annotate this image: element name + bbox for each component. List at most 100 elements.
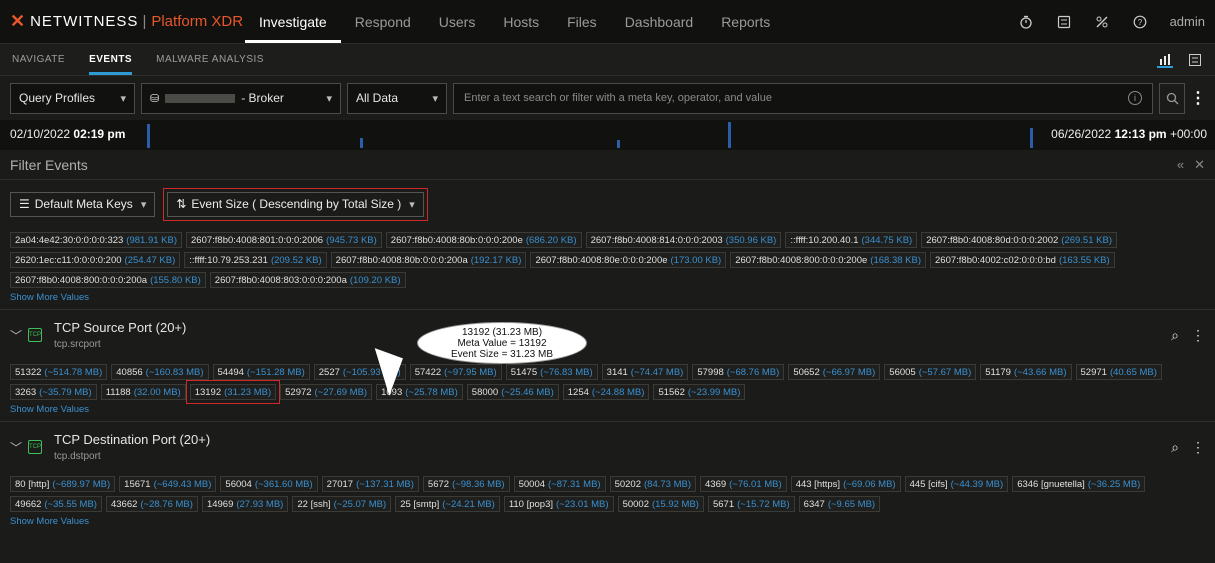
meta-value-chip[interactable]: 56004 (~361.60 MB) <box>220 476 318 492</box>
nav-reports[interactable]: Reports <box>707 0 784 43</box>
details-panel-icon[interactable] <box>1187 52 1203 68</box>
meta-value-chip[interactable]: 51562 (~23.99 MB) <box>653 384 746 400</box>
meta-value-chip[interactable]: 3141 (~74.47 MB) <box>601 364 689 380</box>
tcp-src-value-list: 51322 (~514.78 MB) 40856 (~160.83 MB) 54494(… <box>10 364 1205 404</box>
meta-value-chip[interactable]: 2607:f8b0:4008:80b:0:0:0:200e (686.20 KB) <box>385 232 582 248</box>
close-icon[interactable]: ✕ <box>1194 157 1205 173</box>
meta-value-chip[interactable]: 52971 (40.65 MB) <box>1075 364 1162 380</box>
event-timeline[interactable]: 02/10/2022 02:19 pm 06/26/2022 12:13 pm … <box>0 120 1215 150</box>
meta-value-chip[interactable]: 51179 (~43.66 MB) <box>980 364 1072 380</box>
meta-value-chip[interactable]: 54494 (~151.28 MB) <box>212 364 310 380</box>
more-menu-icon[interactable]: ⋮ <box>1191 439 1205 456</box>
info-icon[interactable]: i <box>1128 91 1142 105</box>
meta-value-chip[interactable]: 2607:f8b0:4008:814:0:0:0:2003 (350.96 KB) <box>585 232 782 248</box>
meta-value-chip[interactable]: 50202 (84.73 MB) <box>609 476 696 492</box>
query-input[interactable]: Enter a text search or filter with a met… <box>453 82 1153 114</box>
search-icon[interactable]: ⌕ <box>1171 327 1179 344</box>
meta-value-chip[interactable]: 1254 (~24.88 MB) <box>562 384 650 400</box>
tab-malware-analysis[interactable]: MALWARE ANALYSIS <box>144 44 276 75</box>
nav-respond[interactable]: Respond <box>341 0 425 43</box>
show-more-link[interactable]: Show More Values <box>10 516 1205 527</box>
show-more-link[interactable]: Show More Values <box>10 404 1205 415</box>
meta-value-chip[interactable]: 57422 (~97.95 MB) <box>409 364 502 380</box>
time-range-dropdown[interactable]: All Data ▾ <box>347 82 447 114</box>
chevron-down-icon: ▾ <box>120 92 126 105</box>
timer-icon[interactable] <box>1018 14 1034 30</box>
database-icon: ⛁ <box>150 92 160 105</box>
chevron-down-icon[interactable]: ﹀ <box>10 439 28 456</box>
meta-value-chip[interactable]: 43662 (~28.76 MB) <box>105 496 198 512</box>
meta-value-chip[interactable]: 445 [cifs] (~44.39 MB) <box>904 476 1009 492</box>
meta-value-chip[interactable]: 2607:f8b0:4008:803:0:0:0:200a (109.20 KB) <box>209 272 406 288</box>
tab-navigate[interactable]: NAVIGATE <box>0 44 77 75</box>
chevron-down-icon: ▾ <box>432 92 438 105</box>
chevron-down-icon[interactable]: ﹀ <box>10 327 28 344</box>
meta-value-chip[interactable]: 13192 (31.23 MB) <box>185 380 281 404</box>
meta-value-chip[interactable]: 56005 (~57.67 MB) <box>884 364 977 380</box>
timeline-end: 06/26/2022 12:13 pm +00:00 <box>1051 127 1207 141</box>
query-profiles-dropdown[interactable]: Query Profiles ▾ <box>10 82 135 114</box>
sort-dropdown[interactable]: ⇅ Event Size ( Descending by Total Size … <box>167 191 424 217</box>
meta-value-chip[interactable]: 14969 (27.93 MB) <box>201 496 289 512</box>
meta-value-chip[interactable]: 27017 (~137.31 MB) <box>321 476 419 492</box>
meta-value-chip[interactable]: 3263 (~35.79 MB) <box>10 384 97 400</box>
search-icon[interactable]: ⌕ <box>1171 439 1179 456</box>
meta-value-chip[interactable]: 2607:f8b0:4008:80d:0:0:0:2002 (269.51 KB) <box>921 232 1117 248</box>
query-more-menu[interactable]: ⋮ <box>1190 88 1206 108</box>
meta-value-chip[interactable]: 6346 [gnuetella] (~36.25 MB) <box>1012 476 1146 492</box>
meta-value-chip[interactable]: 2607:f8b0:4008:800:0:0:0:200e (168.38 KB) <box>730 252 926 268</box>
meta-value-chip[interactable]: 443 [https] (~69.06 MB) <box>790 476 901 492</box>
meta-value-chip[interactable]: 22 [ssh] (~25.07 MB) <box>292 496 392 512</box>
meta-value-chip[interactable]: 25 [smtp] (~24.21 MB) <box>395 496 500 512</box>
top-bar: ✕ NETWITNESS | Platform XDR Investigate … <box>0 0 1215 44</box>
tcp-icon: TCP <box>28 328 42 342</box>
meta-value-chip[interactable]: 57998 (~68.76 MB) <box>692 364 785 380</box>
user-menu[interactable]: admin <box>1170 14 1205 29</box>
meta-value-chip[interactable]: 51322 (~514.78 MB) <box>10 364 108 380</box>
meta-value-chip[interactable]: 2607:f8b0:4008:800:0:0:0:200a (155.80 KB) <box>10 272 206 288</box>
collapse-icon[interactable]: « <box>1177 157 1184 173</box>
meta-value-chip[interactable]: 51475 (~76.83 MB) <box>505 364 598 380</box>
ipv6-value-list: 2a04:4e42:30:0:0:0:0:323 (981.91 KB) 2607:… <box>10 232 1205 288</box>
service-dropdown[interactable]: ⛁ - Broker ▾ <box>141 82 341 114</box>
chart-toggle-icon[interactable] <box>1157 52 1173 68</box>
help-icon[interactable]: ? <box>1132 14 1148 30</box>
tcp-source-port-section: ﹀ TCP TCP Source Port (20+) tcp.srcport … <box>0 309 1215 415</box>
meta-value-chip[interactable]: 52972 (~27.69 MB) <box>280 384 373 400</box>
meta-value-chip[interactable]: 50002 (15.92 MB) <box>617 496 704 512</box>
meta-value-chip[interactable]: 2607:f8b0:4008:801:0:0:0:2006 (945.73 KB) <box>186 232 382 248</box>
meta-value-chip[interactable]: 2a04:4e42:30:0:0:0:0:323 (981.91 KB) <box>10 232 182 248</box>
meta-value-chip[interactable]: 50004 (~87.31 MB) <box>513 476 606 492</box>
meta-value-chip[interactable]: 2607:f8b0:4008:80b:0:0:0:200a (192.17 KB) <box>330 252 527 268</box>
meta-value-chip[interactable]: ::ffff:10.200.40.1 (344.75 KB) <box>785 232 918 248</box>
search-button[interactable] <box>1159 82 1185 114</box>
meta-value-chip[interactable]: 2620:1ec:c11:0:0:0:0:200 (254.47 KB) <box>10 252 181 268</box>
meta-value-chip[interactable]: 40856 (~160.83 MB) <box>111 364 209 380</box>
meta-value-chip[interactable]: 6347 (~9.65 MB) <box>798 496 881 512</box>
panel-icon[interactable] <box>1056 14 1072 30</box>
meta-value-chip[interactable]: 49662 (~35.55 MB) <box>10 496 102 512</box>
meta-value-chip[interactable]: 50652 (~66.97 MB) <box>788 364 881 380</box>
meta-value-chip[interactable]: 15671 (~649.43 MB) <box>119 476 217 492</box>
meta-value-chip[interactable]: 58000 (~25.46 MB) <box>466 384 559 400</box>
meta-value-chip[interactable]: 4369 (~76.01 MB) <box>700 476 787 492</box>
nav-investigate[interactable]: Investigate <box>245 0 341 43</box>
meta-value-chip[interactable]: 2607:f8b0:4002:c02:0:0:0:bd (163.55 KB) <box>930 252 1115 268</box>
meta-value-chip[interactable]: 5671 (~15.72 MB) <box>707 496 795 512</box>
nav-dashboard[interactable]: Dashboard <box>611 0 708 43</box>
meta-value-chip[interactable]: 80 [http] (~689.97 MB) <box>10 476 116 492</box>
show-more-link[interactable]: Show More Values <box>10 292 1205 303</box>
meta-value-chip[interactable]: 5672 (~98.36 MB) <box>422 476 510 492</box>
query-bar: Query Profiles ▾ ⛁ - Broker ▾ All Data ▾ E… <box>0 76 1215 120</box>
tools-icon[interactable] <box>1094 14 1110 30</box>
meta-value-chip[interactable]: 2607:f8b0:4008:80e:0:0:0:200e (173.00 KB) <box>530 252 727 268</box>
nav-users[interactable]: Users <box>425 0 490 43</box>
meta-keys-dropdown[interactable]: ☰ Default Meta Keys ▾ <box>10 191 156 217</box>
tab-events[interactable]: EVENTS <box>77 44 144 75</box>
more-menu-icon[interactable]: ⋮ <box>1191 327 1205 344</box>
meta-value-chip[interactable]: ::ffff:10.79.253.231 (209.52 KB) <box>184 252 327 268</box>
meta-value-chip[interactable]: 110 [pop3] (~23.01 MB) <box>503 496 614 512</box>
nav-hosts[interactable]: Hosts <box>489 0 553 43</box>
meta-value-chip[interactable]: 11188 (32.00 MB) <box>100 384 186 400</box>
nav-files[interactable]: Files <box>553 0 611 43</box>
